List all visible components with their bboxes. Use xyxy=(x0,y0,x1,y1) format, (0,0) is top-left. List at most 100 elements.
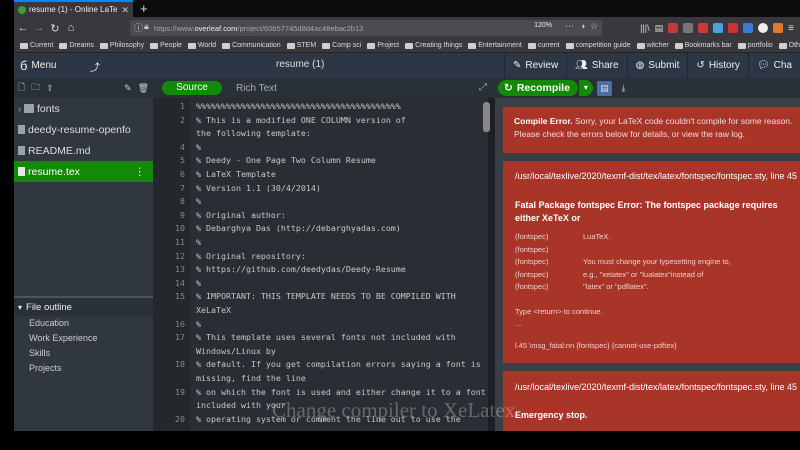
bookmark-item[interactable]: World xyxy=(187,42,216,49)
compile-error-alert: Compile Error. Sorry, your LaTeX code co… xyxy=(503,107,800,153)
line-number: 5 xyxy=(180,155,185,166)
extension-icon[interactable] xyxy=(758,23,769,33)
bookmark-item[interactable]: Entertainment xyxy=(468,42,522,49)
share-users-icon: 👥︎ xyxy=(575,60,588,71)
outline-item[interactable]: Projects xyxy=(14,361,153,376)
url-bar[interactable]: ⓘ 🔒︎ https://www. overleaf.com /project/… xyxy=(130,20,602,36)
new-folder-icon[interactable]: 🗀︎ xyxy=(31,80,40,96)
pocket-icon[interactable]: ◗ xyxy=(581,21,586,31)
log-error-2[interactable]: /usr/local/texlive/2020/texmf-dist/tex/l… xyxy=(503,371,800,431)
overflow-menu-icon[interactable]: ≡ xyxy=(788,23,794,34)
file-tree-item-fonts[interactable]: › fonts xyxy=(14,98,153,119)
folder-icon xyxy=(286,42,295,49)
url-domain: overleaf.com xyxy=(194,23,238,33)
back-icon[interactable]: ← xyxy=(16,22,30,34)
download-pdf-icon[interactable]: ⤓ xyxy=(616,81,631,96)
log-error-path: /usr/local/texlive/2020/texmf-dist/tex/l… xyxy=(515,382,797,392)
reload-icon[interactable]: ↻ xyxy=(48,22,62,35)
overleaf-toolbar: б Menu ⤴ resume (1) ✎ Review 👥︎ Share ◍ Sub… xyxy=(14,53,800,78)
outline-item[interactable]: Education xyxy=(14,316,153,331)
source-mode-button[interactable]: Source xyxy=(162,81,222,95)
code-text: % Original repository: xyxy=(196,250,306,261)
bookmark-item[interactable]: witcher xyxy=(636,42,669,49)
submit-button[interactable]: ◍ Submit xyxy=(626,53,688,78)
share-button[interactable]: 👥︎ Share xyxy=(566,53,626,78)
expand-icon[interactable]: ⤢ xyxy=(479,82,487,93)
outline-item[interactable]: Work Experience xyxy=(14,331,153,346)
browser-navbar: ← → ↻ ⌂ ⓘ 🔒︎ https://www. overleaf.com /… xyxy=(14,17,800,39)
project-title[interactable]: resume (1) xyxy=(276,59,324,70)
bookmark-label: Dreams xyxy=(69,42,94,49)
bookmark-item[interactable]: Bookmarks bar xyxy=(674,42,732,49)
bookmark-item[interactable]: Dreams xyxy=(59,42,94,49)
bookmark-item[interactable]: Other Bookma xyxy=(778,42,800,49)
new-tab-icon[interactable]: + xyxy=(133,0,155,17)
history-label: History xyxy=(708,60,740,71)
site-info-icon[interactable]: ⓘ xyxy=(134,21,143,34)
recompile-options-caret[interactable]: ▾ xyxy=(578,80,593,96)
new-file-icon[interactable]: 🗋︎ xyxy=(18,80,25,96)
file-tree-item-resume-tex[interactable]: resume.tex ⋮ xyxy=(14,161,153,182)
extension-icon[interactable] xyxy=(713,23,724,33)
bookmark-item[interactable]: People xyxy=(150,42,182,49)
code-editor[interactable]: 1%%%%%%%%%%%%%%%%%%%%%%%%%%%%%%%%%%%%%%%… xyxy=(153,98,488,431)
delete-icon[interactable]: 🗑︎ xyxy=(138,83,149,94)
close-tab-icon[interactable]: ✕ xyxy=(121,5,129,16)
page-actions-icon[interactable]: ⋯ xyxy=(565,21,574,32)
outline-item[interactable]: Skills xyxy=(14,346,153,361)
chevron-right-icon[interactable]: › xyxy=(18,104,21,114)
file-tree-item-label: fonts xyxy=(37,102,60,115)
bookmark-item[interactable]: STEM xyxy=(286,42,316,49)
bookmark-item[interactable]: competition guide xyxy=(565,42,631,49)
bookmark-item[interactable]: Communication xyxy=(222,42,281,49)
sidebar-icon[interactable]: ▤ xyxy=(655,23,664,34)
extension-icon[interactable] xyxy=(683,23,694,33)
bookmark-label: Project xyxy=(377,42,400,49)
globe-icon: ◍ xyxy=(635,60,645,71)
log-error-1[interactable]: /usr/local/texlive/2020/texmf-dist/tex/l… xyxy=(503,161,800,363)
history-button[interactable]: ↺ History xyxy=(687,53,748,78)
log-kw: (fontspec) xyxy=(515,232,549,241)
upload-icon[interactable]: ⇪ xyxy=(46,83,54,94)
zoom-level[interactable]: 120% xyxy=(534,22,552,29)
menu-label: Menu xyxy=(31,60,57,71)
code-text: % xyxy=(196,237,201,247)
folder-icon xyxy=(565,42,574,49)
extension-icon[interactable] xyxy=(668,23,679,33)
recompile-button[interactable]: ↻ Recompile xyxy=(498,80,578,96)
extension-icon[interactable] xyxy=(698,23,709,33)
bookmark-label: Communication xyxy=(232,42,281,49)
editor-scrollbar[interactable] xyxy=(483,102,490,132)
browser-tab-title: resume (1) - Online LaTeX Edito xyxy=(29,5,117,14)
file-outline-header[interactable]: ▾ File outline xyxy=(14,298,153,316)
extension-icon[interactable] xyxy=(773,23,784,33)
forward-icon[interactable]: → xyxy=(32,22,46,34)
folder-icon xyxy=(468,42,477,49)
review-button[interactable]: ✎ Review xyxy=(503,53,566,78)
bookmark-item[interactable]: Philosophy xyxy=(99,42,144,49)
browser-tab[interactable]: resume (1) - Online LaTeX Edito ✕ xyxy=(14,0,133,17)
bookmark-star-icon[interactable]: ☆ xyxy=(590,21,598,32)
logs-icon[interactable]: ▤ xyxy=(596,80,612,96)
extension-icon[interactable] xyxy=(728,23,739,33)
extension-icon[interactable] xyxy=(743,23,754,33)
url-prefix: https://www. xyxy=(154,23,195,33)
rename-icon[interactable]: ✎ xyxy=(124,83,132,94)
bookmark-item[interactable]: Creating things xyxy=(405,42,462,49)
bookmark-item[interactable]: Current xyxy=(20,42,53,49)
pane-resizer[interactable] xyxy=(488,98,495,431)
chat-button[interactable]: 💬︎ Cha xyxy=(747,53,800,78)
library-icon[interactable]: |||\ xyxy=(640,23,650,33)
file-tree-item-deedy-resume[interactable]: deedy-resume-openfo xyxy=(14,119,153,140)
more-options-icon[interactable]: ⋮ xyxy=(135,166,146,178)
file-tree-item-label: resume.tex xyxy=(28,165,80,178)
bookmark-item[interactable]: current xyxy=(527,42,560,49)
bookmark-item[interactable]: portfolio xyxy=(737,42,773,49)
home-icon[interactable]: ⌂ xyxy=(64,22,78,34)
rich-text-mode-button[interactable]: Rich Text xyxy=(236,83,277,94)
back-to-projects-icon[interactable]: ⤴ xyxy=(90,59,100,74)
menu-button[interactable]: б Menu xyxy=(14,58,56,73)
bookmark-item[interactable]: Comp sci xyxy=(322,42,361,49)
file-tree-item-readme[interactable]: README.md xyxy=(14,140,153,161)
bookmark-item[interactable]: Project xyxy=(367,42,399,49)
